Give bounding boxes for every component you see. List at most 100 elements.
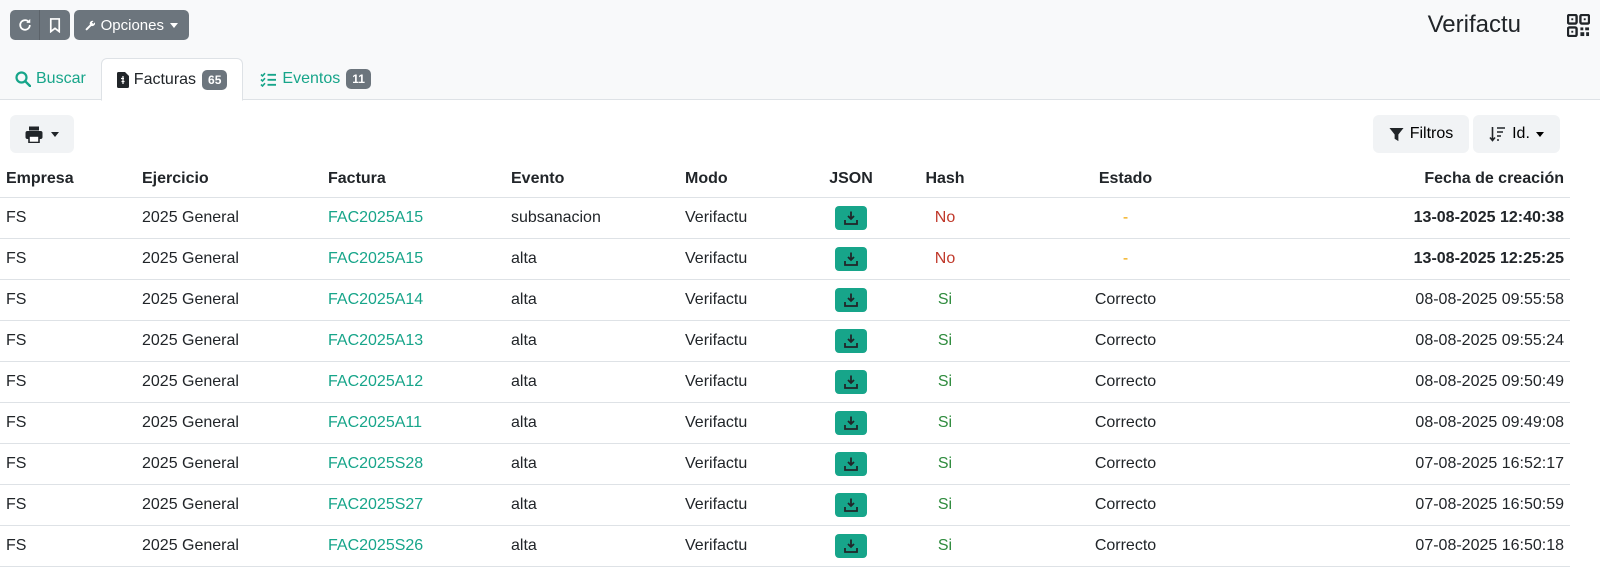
sort-dropdown-button[interactable]: Id. <box>1473 115 1560 153</box>
table-row[interactable]: FS 2025 General FAC2025A11 alta Verifactu Si C… <box>0 402 1570 444</box>
download-json-button[interactable] <box>835 492 867 517</box>
cell-json <box>799 484 903 526</box>
download-json-button[interactable] <box>835 369 867 394</box>
qr-code-icon[interactable] <box>1567 14 1590 37</box>
download-json-button[interactable] <box>835 410 867 435</box>
print-dropdown-button[interactable] <box>10 115 74 153</box>
table-row[interactable]: FS 2025 General FAC2025A12 alta Verifactu Si C… <box>0 361 1570 403</box>
page-title: Verifactu <box>1427 11 1521 38</box>
col-header-factura[interactable]: Factura <box>322 162 505 198</box>
top-bar: Opciones Verifactu Buscar Facturas 65 Ev… <box>0 0 1600 101</box>
download-icon <box>844 375 858 389</box>
cell-hash: Si <box>903 525 987 567</box>
invoice-link[interactable]: FAC2025S28 <box>322 443 505 485</box>
tab-buscar[interactable]: Buscar <box>0 58 101 100</box>
invoice-link[interactable]: FAC2025S27 <box>322 484 505 526</box>
col-header-modo[interactable]: Modo <box>679 162 799 198</box>
table-row[interactable]: FS 2025 General FAC2025A15 alta Verifactu No -… <box>0 238 1570 280</box>
cell-fecha-creacion: 08-08-2025 09:55:58 <box>1264 279 1570 321</box>
cell-evento: alta <box>505 443 679 485</box>
cell-evento: alta <box>505 525 679 567</box>
cell-json <box>799 279 903 321</box>
cell-evento: alta <box>505 402 679 444</box>
cell-estado: Correcto <box>987 320 1264 362</box>
invoice-link[interactable]: FAC2025A15 <box>322 197 505 239</box>
download-icon <box>844 416 858 430</box>
cell-empresa: FS <box>0 279 136 321</box>
printer-icon <box>25 126 43 143</box>
invoice-link[interactable]: FAC2025A14 <box>322 279 505 321</box>
quick-actions-group <box>10 10 70 40</box>
invoice-link[interactable]: FAC2025A12 <box>322 361 505 403</box>
cell-modo: Verifactu <box>679 197 799 239</box>
download-json-button[interactable] <box>835 246 867 271</box>
filters-label: Filtros <box>1409 125 1454 142</box>
cell-estado: Correcto <box>987 361 1264 403</box>
col-header-hash[interactable]: Hash <box>903 162 987 198</box>
cell-evento: alta <box>505 361 679 403</box>
cell-ejercicio: 2025 General <box>136 197 322 239</box>
cell-fecha-creacion: 13-08-2025 12:25:25 <box>1264 238 1570 280</box>
cell-json <box>799 443 903 485</box>
col-header-json[interactable]: JSON <box>799 162 903 198</box>
invoice-link[interactable]: FAC2025A15 <box>322 238 505 280</box>
cell-empresa: FS <box>0 320 136 362</box>
download-json-button[interactable] <box>835 205 867 230</box>
cell-empresa: FS <box>0 525 136 567</box>
invoice-link[interactable]: FAC2025A11 <box>322 402 505 444</box>
tab-facturas-label: Facturas <box>133 70 197 88</box>
cell-modo: Verifactu <box>679 443 799 485</box>
tab-facturas[interactable]: Facturas 65 <box>100 58 244 101</box>
cell-empresa: FS <box>0 238 136 280</box>
cell-empresa: FS <box>0 197 136 239</box>
cell-evento: alta <box>505 279 679 321</box>
options-label: Opciones <box>100 16 164 34</box>
col-header-fecha-creacion[interactable]: Fecha de creación <box>1264 162 1570 198</box>
table-row[interactable]: FS 2025 General FAC2025A14 alta Verifactu Si C… <box>0 279 1570 321</box>
download-icon <box>844 539 858 553</box>
download-json-button[interactable] <box>835 287 867 312</box>
table-row[interactable]: FS 2025 General FAC2025S28 alta Verifactu Si C… <box>0 443 1570 485</box>
col-header-ejercicio[interactable]: Ejercicio <box>136 162 322 198</box>
cell-ejercicio: 2025 General <box>136 320 322 362</box>
facturas-count-badge: 65 <box>202 69 228 90</box>
cell-evento: subsanacion <box>505 197 679 239</box>
cell-json <box>799 197 903 239</box>
cell-estado: - <box>987 238 1264 280</box>
checklist-icon <box>260 72 277 87</box>
col-header-evento[interactable]: Evento <box>505 162 679 198</box>
cell-ejercicio: 2025 General <box>136 361 322 403</box>
cell-fecha-creacion: 08-08-2025 09:49:08 <box>1264 402 1570 444</box>
invoice-link[interactable]: FAC2025A13 <box>322 320 505 362</box>
bookmark-button[interactable] <box>40 10 70 40</box>
col-header-empresa[interactable]: Empresa <box>0 162 136 198</box>
cell-modo: Verifactu <box>679 279 799 321</box>
tab-eventos-label: Eventos <box>282 70 341 87</box>
cell-estado: Correcto <box>987 484 1264 526</box>
cell-evento: alta <box>505 320 679 362</box>
reload-button[interactable] <box>10 10 40 40</box>
tab-eventos[interactable]: Eventos 11 <box>245 58 386 100</box>
cell-modo: Verifactu <box>679 238 799 280</box>
table-row[interactable]: FS 2025 General FAC2025S27 alta Verifactu Si C… <box>0 484 1570 526</box>
table-row[interactable]: FS 2025 General FAC2025S26 alta Verifactu Si C… <box>0 525 1570 567</box>
table-row[interactable]: FS 2025 General FAC2025A15 subsanacion Verif… <box>0 197 1570 239</box>
download-json-button[interactable] <box>835 451 867 476</box>
cell-hash: No <box>903 197 987 239</box>
table-row[interactable]: FS 2025 General FAC2025A13 alta Verifactu Si C… <box>0 320 1570 362</box>
cell-ejercicio: 2025 General <box>136 525 322 567</box>
cell-estado: - <box>987 197 1264 239</box>
download-icon <box>844 498 858 512</box>
cell-ejercicio: 2025 General <box>136 238 322 280</box>
filters-button[interactable]: Filtros <box>1373 115 1469 153</box>
invoice-file-icon <box>116 71 129 88</box>
cell-json <box>799 402 903 444</box>
cell-hash: Si <box>903 279 987 321</box>
download-json-button[interactable] <box>835 328 867 353</box>
download-json-button[interactable] <box>835 533 867 558</box>
invoice-link[interactable]: FAC2025S26 <box>322 525 505 567</box>
options-dropdown-button[interactable]: Opciones <box>74 10 189 40</box>
col-header-estado[interactable]: Estado <box>987 162 1264 198</box>
chevron-down-icon <box>170 22 178 28</box>
cell-empresa: FS <box>0 361 136 403</box>
